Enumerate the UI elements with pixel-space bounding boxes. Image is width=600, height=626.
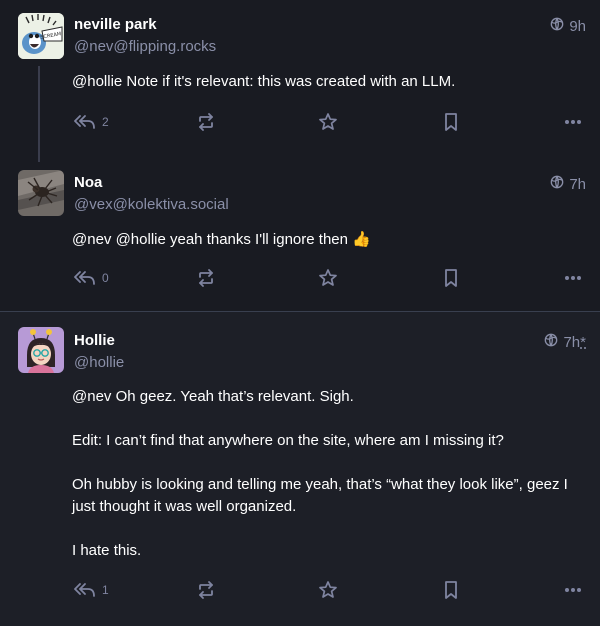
boost-icon <box>196 580 216 600</box>
favourite-button[interactable] <box>318 110 338 134</box>
reply-all-icon <box>74 581 96 599</box>
reply-button[interactable]: 1 <box>74 578 109 602</box>
boost-button[interactable] <box>196 110 216 134</box>
reply-all-icon <box>74 269 96 287</box>
reply-all-icon <box>74 113 96 131</box>
bookmark-icon <box>443 268 459 288</box>
post-meta: 7h <box>550 175 586 193</box>
avatar[interactable] <box>18 327 64 373</box>
star-icon <box>318 112 338 132</box>
post-paragraph: @hollie Note if it's relevant: this was … <box>72 73 456 90</box>
display-name[interactable]: Noa <box>74 174 102 192</box>
action-bar: 1 <box>0 578 600 602</box>
avatar[interactable]: SCREAM <box>18 13 64 59</box>
post-meta: 7h* <box>544 333 586 351</box>
bookmark-button[interactable] <box>443 266 459 290</box>
more-button[interactable] <box>564 110 582 134</box>
more-button[interactable] <box>564 578 582 602</box>
status-post[interactable]: SCREAM neville park @nev@flipping.rocks … <box>0 0 600 155</box>
reply-count: 2 <box>102 115 109 129</box>
post-time[interactable]: 7h <box>563 334 580 351</box>
post-paragraph: I hate this. <box>72 542 142 559</box>
post-meta: 9h <box>550 17 586 35</box>
reply-count: 0 <box>102 271 109 285</box>
reply-button[interactable]: 2 <box>74 110 109 134</box>
post-paragraph: Oh hubby is looking and telling me yeah,… <box>72 476 568 515</box>
bookmark-button[interactable] <box>443 110 459 134</box>
post-content: @nev @hollie yeah thanks I'll ignore the… <box>72 229 580 251</box>
reply-count: 1 <box>102 583 109 597</box>
bookmark-icon <box>443 580 459 600</box>
status-post[interactable]: Noa @vex@kolektiva.social 7h @nev @holli… <box>0 162 600 310</box>
favourite-button[interactable] <box>318 266 338 290</box>
post-content: @hollie Note if it's relevant: this was … <box>72 71 580 93</box>
bookmark-icon <box>443 112 459 132</box>
action-bar: 0 <box>0 266 600 290</box>
account-handle[interactable]: @vex@kolektiva.social <box>74 196 229 214</box>
display-name[interactable]: neville park <box>74 16 157 34</box>
post-content: @nev Oh geez. Yeah that’s relevant. Sigh… <box>72 386 580 562</box>
boost-icon <box>196 112 216 132</box>
globe-icon <box>550 175 564 193</box>
avatar[interactable] <box>18 170 64 216</box>
boost-icon <box>196 268 216 288</box>
post-paragraph: Edit: I can’t find that anywhere on the … <box>72 432 504 449</box>
star-icon <box>318 580 338 600</box>
bookmark-button[interactable] <box>443 578 459 602</box>
focused-status-post[interactable]: Hollie @hollie 7h* @nev Oh geez. Yeah th… <box>0 312 600 626</box>
favourite-button[interactable] <box>318 578 338 602</box>
more-icon <box>564 587 582 593</box>
display-name[interactable]: Hollie <box>74 332 115 350</box>
post-paragraph: @nev Oh geez. Yeah that’s relevant. Sigh… <box>72 388 354 405</box>
globe-icon <box>550 17 564 35</box>
more-icon <box>564 275 582 281</box>
more-button[interactable] <box>564 266 582 290</box>
edited-indicator[interactable]: * <box>580 334 586 351</box>
account-handle[interactable]: @nev@flipping.rocks <box>74 38 216 56</box>
account-handle[interactable]: @hollie <box>74 354 124 372</box>
reply-button[interactable]: 0 <box>74 266 109 290</box>
post-paragraph: @nev @hollie yeah thanks I'll ignore the… <box>72 231 371 248</box>
globe-icon <box>544 333 558 351</box>
boost-button[interactable] <box>196 578 216 602</box>
star-icon <box>318 268 338 288</box>
action-bar: 2 <box>0 110 600 134</box>
post-time[interactable]: 9h <box>569 18 586 35</box>
boost-button[interactable] <box>196 266 216 290</box>
post-time[interactable]: 7h <box>569 176 586 193</box>
more-icon <box>564 119 582 125</box>
